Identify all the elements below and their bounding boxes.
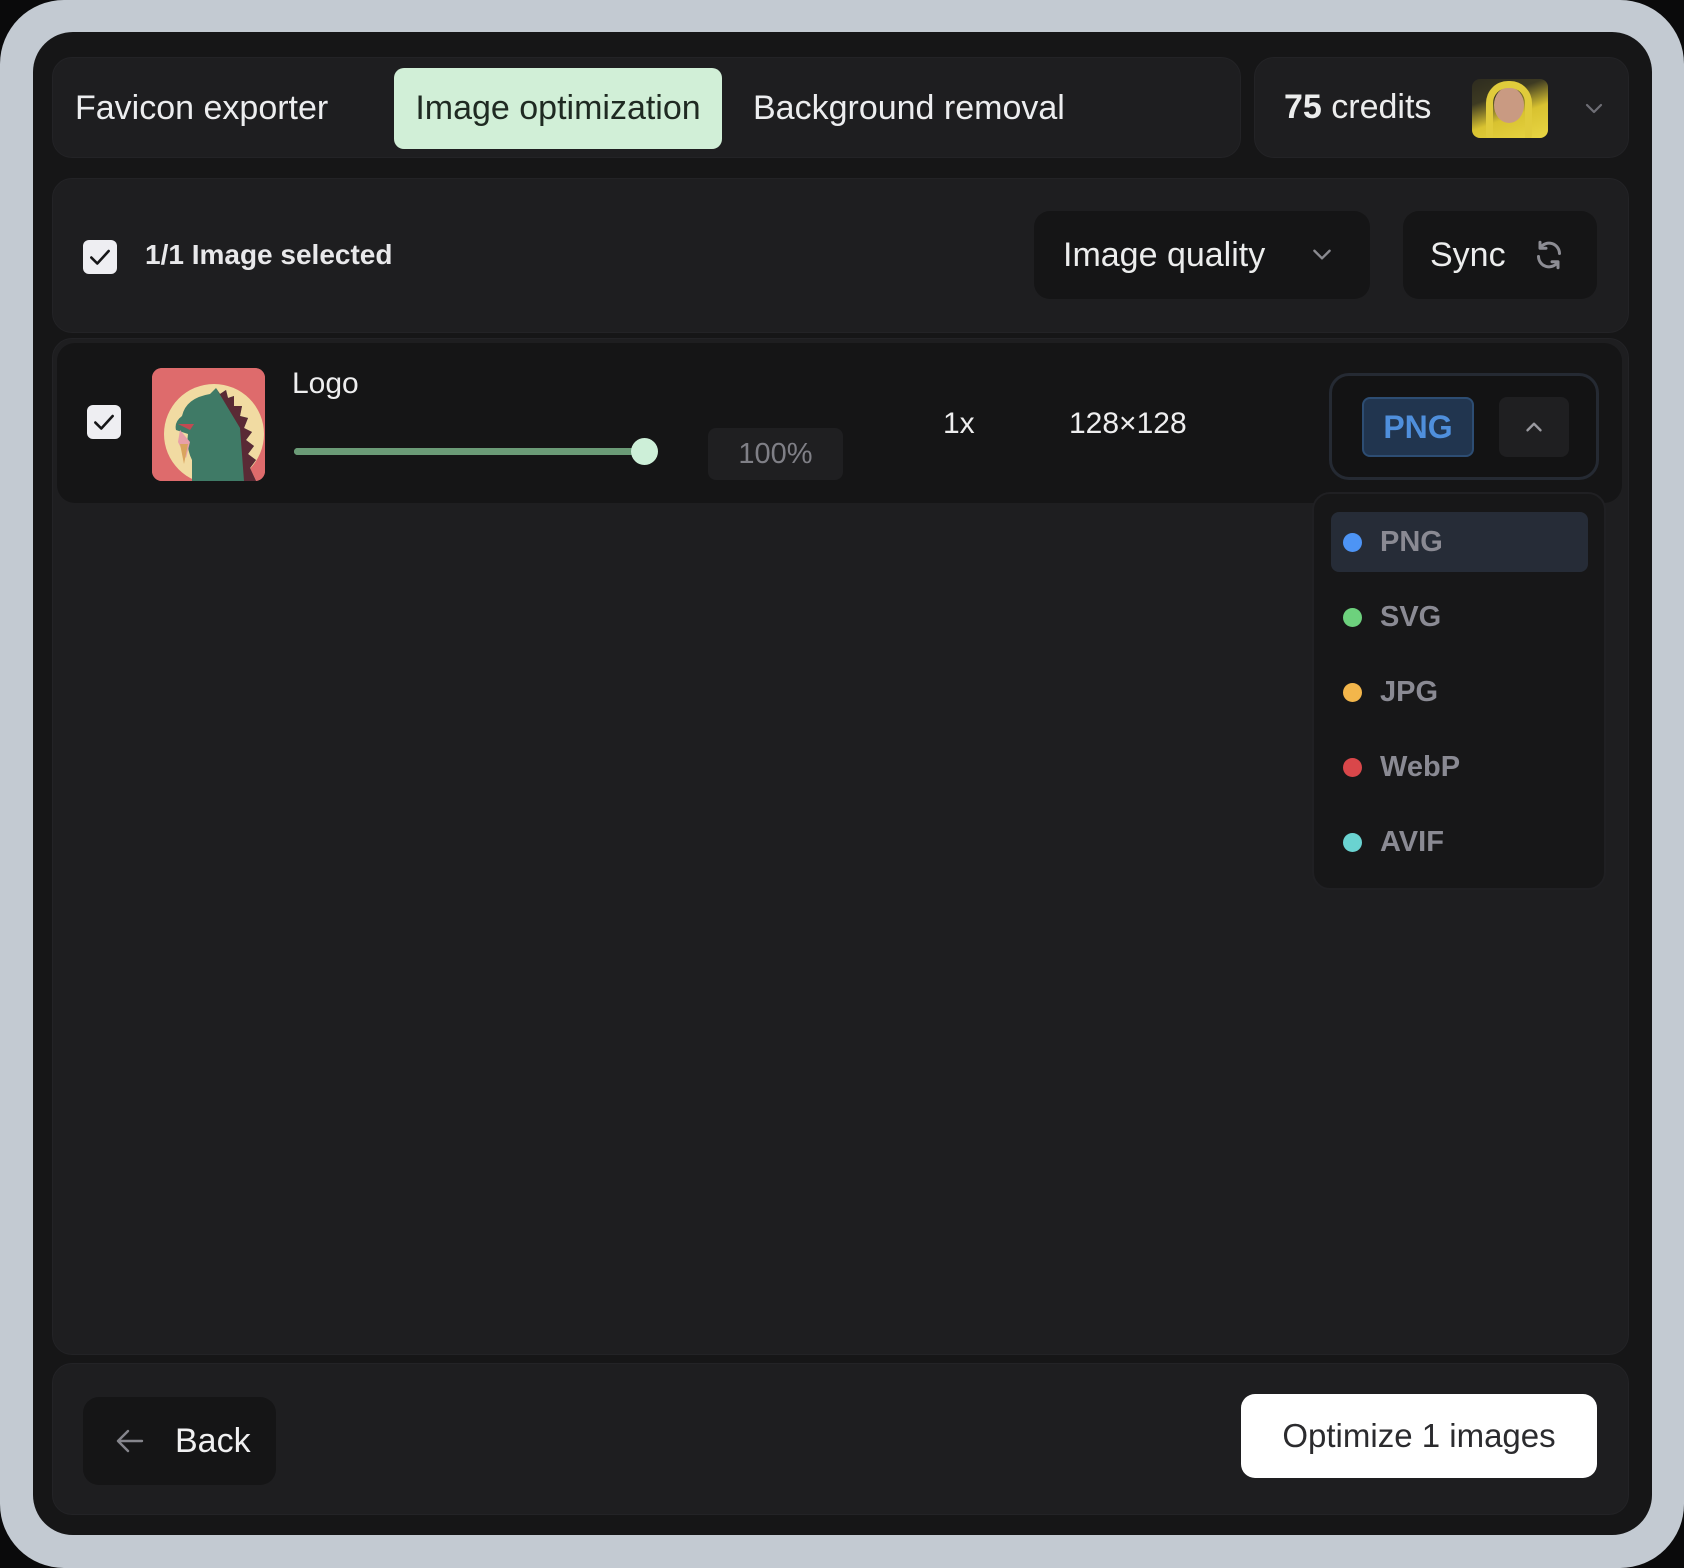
- format-badge[interactable]: PNG: [1362, 397, 1474, 457]
- webp-color-dot: [1343, 757, 1362, 777]
- arrow-left-icon: [116, 1429, 144, 1453]
- selection-bar: 1/1 Image selected Image quality Sync: [52, 178, 1629, 333]
- image-thumbnail: [152, 368, 265, 481]
- checkmark-icon: [90, 249, 110, 265]
- image-checkbox[interactable]: [87, 405, 121, 439]
- checkmark-icon: [94, 414, 114, 430]
- image-quality-dropdown[interactable]: Image quality: [1034, 211, 1370, 299]
- image-name: Logo: [292, 367, 359, 400]
- format-option-label: AVIF: [1380, 825, 1444, 858]
- image-row: Logo 100% 1x 128×128 PNG: [57, 343, 1622, 503]
- png-color-dot: [1343, 532, 1362, 552]
- account-menu[interactable]: 75 credits: [1254, 57, 1629, 158]
- avatar[interactable]: [1472, 79, 1548, 138]
- format-option-png[interactable]: PNG: [1331, 512, 1588, 572]
- format-option-avif[interactable]: AVIF: [1331, 812, 1588, 872]
- quality-slider[interactable]: [294, 438, 658, 465]
- optimize-button[interactable]: Optimize 1 images: [1241, 1394, 1597, 1478]
- format-option-label: JPG: [1380, 675, 1439, 708]
- select-all-checkbox[interactable]: [83, 240, 117, 274]
- tab-image-optimization[interactable]: Image optimization: [394, 68, 722, 149]
- chevron-up-icon: [1526, 422, 1542, 432]
- refresh-icon: [1537, 240, 1561, 270]
- image-scale: 1x: [943, 407, 975, 440]
- format-option-label: WebP: [1380, 750, 1461, 783]
- format-option-label: PNG: [1380, 525, 1443, 558]
- quality-percent-field[interactable]: 100%: [708, 428, 843, 480]
- format-dropdown-menu: PNG SVG JPG WebP AVIF: [1312, 492, 1606, 890]
- svg-color-dot: [1343, 607, 1362, 627]
- credits-label: credits: [1321, 88, 1432, 126]
- quality-slider-handle[interactable]: [631, 438, 658, 465]
- avatar-hood: [1486, 81, 1532, 138]
- image-dimensions: 128×128: [1069, 407, 1187, 440]
- back-button[interactable]: Back: [83, 1397, 276, 1485]
- sync-label: Sync: [1430, 235, 1506, 274]
- tool-tabs: Favicon exporter Image optimization Back…: [52, 57, 1241, 158]
- image-quality-label: Image quality: [1063, 235, 1266, 274]
- format-selector: PNG: [1329, 373, 1599, 480]
- footer-bar: Back Optimize 1 images: [52, 1363, 1629, 1515]
- quality-slider-fill: [294, 448, 644, 455]
- format-option-svg[interactable]: SVG: [1331, 587, 1588, 647]
- app-window: Favicon exporter Image optimization Back…: [33, 32, 1652, 1535]
- back-label: Back: [175, 1422, 251, 1460]
- sync-button[interactable]: Sync: [1403, 211, 1597, 299]
- format-option-label: SVG: [1380, 600, 1442, 633]
- device-frame: Favicon exporter Image optimization Back…: [0, 0, 1684, 1568]
- selection-count: 1/1 Image selected: [145, 239, 393, 270]
- format-option-jpg[interactable]: JPG: [1331, 662, 1588, 722]
- credits-balance: 75 credits: [1284, 88, 1431, 127]
- tab-favicon-exporter[interactable]: Favicon exporter: [59, 68, 344, 149]
- credits-count: 75: [1284, 88, 1322, 126]
- tab-background-removal[interactable]: Background removal: [737, 68, 1081, 149]
- chevron-down-icon[interactable]: [1582, 96, 1606, 120]
- godzilla-logo-image: [152, 368, 265, 481]
- jpg-color-dot: [1343, 682, 1362, 702]
- avif-color-dot: [1343, 832, 1362, 852]
- chevron-down-icon: [1313, 249, 1331, 260]
- format-option-webp[interactable]: WebP: [1331, 737, 1588, 797]
- format-dropdown-toggle[interactable]: [1499, 397, 1569, 457]
